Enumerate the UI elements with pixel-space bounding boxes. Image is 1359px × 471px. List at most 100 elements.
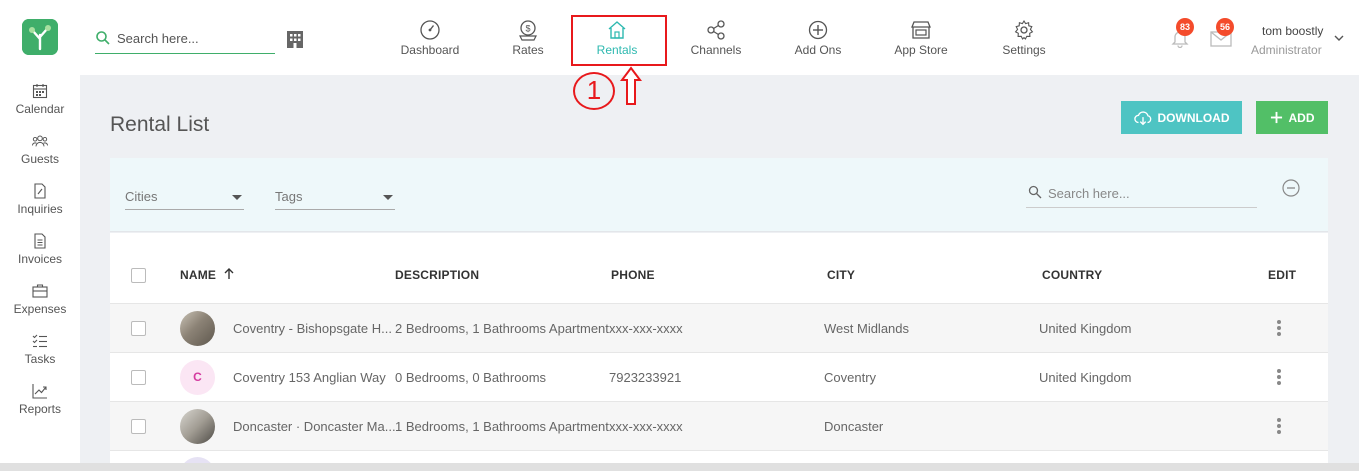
filter-bar: Cities Tags [110, 158, 1328, 232]
notifications-badge: 83 [1176, 18, 1194, 36]
sidebar-label-reports: Reports [18, 402, 62, 416]
add-button[interactable]: ADD [1256, 101, 1328, 134]
nav-rates-label: Rates [512, 43, 544, 57]
sidebar-label-expenses: Expenses [13, 302, 67, 316]
sidebar-item-guests[interactable]: Guests [0, 133, 80, 166]
tasks-icon [32, 334, 47, 348]
rates-icon: $ [519, 20, 537, 41]
rental-search-input[interactable] [1048, 184, 1248, 202]
more-vertical-icon[interactable] [1276, 320, 1282, 338]
nav-app-store[interactable]: App Store [891, 0, 951, 75]
table-row[interactable]: C Coventry 153 Anglian Way 0 Bedrooms, 0… [110, 353, 1328, 402]
rental-name[interactable]: Coventry 153 Anglian Way [233, 370, 386, 385]
more-vertical-icon[interactable] [1276, 418, 1282, 436]
briefcase-icon [32, 284, 48, 298]
more-vertical-icon[interactable] [1276, 369, 1282, 387]
search-icon [1028, 185, 1042, 199]
download-button[interactable]: DOWNLOAD [1121, 101, 1242, 134]
store-icon [911, 21, 931, 39]
user-name[interactable]: tom boostly [1262, 24, 1323, 38]
table-row[interactable]: Coventry - Bishopsgate H... 2 Bedrooms, … [110, 304, 1328, 353]
horizontal-scrollbar[interactable] [0, 463, 1359, 471]
cities-select-label: Cities [125, 189, 158, 204]
column-header-name[interactable]: NAME [180, 268, 234, 282]
table-row[interactable]: Doncaster · Doncaster Ma... 1 Bedrooms, … [110, 402, 1328, 451]
sidebar-item-reports[interactable]: Reports [0, 383, 80, 416]
sidebar-item-expenses[interactable]: Expenses [0, 283, 80, 316]
tree-logo-icon [22, 19, 58, 55]
app-logo[interactable] [22, 19, 58, 55]
sidebar-label-inquiries: Inquiries [17, 202, 63, 216]
nav-dashboard[interactable]: Dashboard [400, 0, 460, 75]
sort-ascending-icon [224, 268, 234, 279]
sidebar-label-invoices: Invoices [17, 252, 63, 266]
inquiries-icon [34, 183, 46, 199]
collapse-filters-icon[interactable] [1282, 179, 1300, 197]
rental-avatar-letter: C [180, 360, 215, 395]
rental-city: West Midlands [824, 321, 910, 336]
nav-add-ons-label: Add Ons [794, 43, 842, 57]
plus-circle-icon [808, 20, 828, 40]
rental-city: Coventry [824, 370, 877, 385]
calendar-icon [32, 84, 48, 99]
global-search-input[interactable] [117, 28, 272, 48]
cloud-download-icon [1133, 110, 1151, 125]
tags-select[interactable]: Tags [275, 186, 395, 210]
rental-country: United Kingdom [1039, 370, 1132, 385]
messages-badge: 56 [1216, 18, 1234, 36]
plus-icon [1270, 111, 1282, 124]
rental-description: 2 Bedrooms, 1 Bathrooms Apartment [395, 321, 609, 336]
download-button-label: DOWNLOAD [1157, 110, 1230, 125]
rental-city: Doncaster [824, 419, 884, 434]
rental-photo [180, 409, 215, 444]
dashboard-icon [420, 20, 440, 40]
column-header-description: DESCRIPTION [395, 268, 480, 282]
row-checkbox[interactable] [131, 370, 146, 385]
caret-down-icon [232, 195, 242, 200]
user-role: Administrator [1251, 43, 1322, 57]
building-icon[interactable] [285, 29, 305, 49]
sidebar-item-invoices[interactable]: Invoices [0, 233, 80, 266]
cities-select[interactable]: Cities [125, 186, 244, 210]
global-search[interactable] [95, 26, 275, 54]
rental-name[interactable]: Coventry - Bishopsgate H... [233, 321, 392, 336]
nav-dashboard-label: Dashboard [400, 43, 460, 57]
rental-phone: xxx-xxx-xxxx [609, 419, 683, 434]
table-header: NAME DESCRIPTION PHONE CITY COUNTRY EDIT [110, 233, 1328, 304]
nav-channels-label: Channels [690, 43, 742, 57]
sidebar-item-inquiries[interactable]: Inquiries [0, 183, 80, 216]
reports-icon [32, 384, 47, 399]
rental-table: NAME DESCRIPTION PHONE CITY COUNTRY EDIT… [110, 233, 1328, 471]
sidebar-item-calendar[interactable]: Calendar [0, 83, 80, 116]
select-all-checkbox[interactable] [131, 268, 146, 283]
sidebar-item-tasks[interactable]: Tasks [0, 333, 80, 366]
rental-search[interactable] [1026, 180, 1257, 208]
guests-icon [32, 135, 48, 147]
rental-country: United Kingdom [1039, 321, 1132, 336]
caret-down-icon [383, 195, 393, 200]
add-button-label: ADD [1288, 110, 1315, 125]
rental-description: 0 Bedrooms, 0 Bathrooms [395, 370, 547, 385]
nav-channels[interactable]: Channels [688, 0, 744, 75]
annotation-step-number: 1 [573, 72, 615, 110]
column-header-phone: PHONE [611, 268, 655, 282]
row-checkbox[interactable] [131, 419, 146, 434]
nav-rates[interactable]: $ Rates [507, 0, 549, 75]
chevron-down-icon[interactable] [1334, 33, 1344, 43]
sidebar-label-calendar: Calendar [15, 102, 65, 116]
annotation-arrow-icon [620, 66, 642, 105]
rental-photo [180, 311, 215, 346]
annotation-highlight-box [571, 15, 667, 66]
nav-app-store-label: App Store [894, 43, 948, 57]
nav-add-ons[interactable]: Add Ons [792, 0, 844, 75]
invoices-icon [34, 233, 46, 249]
nav-settings[interactable]: Settings [999, 0, 1049, 75]
tags-select-label: Tags [275, 189, 303, 204]
column-header-city: CITY [827, 268, 856, 282]
search-icon [96, 31, 110, 45]
row-checkbox[interactable] [131, 321, 146, 336]
rental-name[interactable]: Doncaster · Doncaster Ma... [233, 419, 396, 434]
column-header-name-label: NAME [180, 268, 217, 282]
top-bar: Dashboard $ Rates Rentals Channels [0, 0, 1359, 75]
page-title: Rental List [110, 113, 210, 136]
